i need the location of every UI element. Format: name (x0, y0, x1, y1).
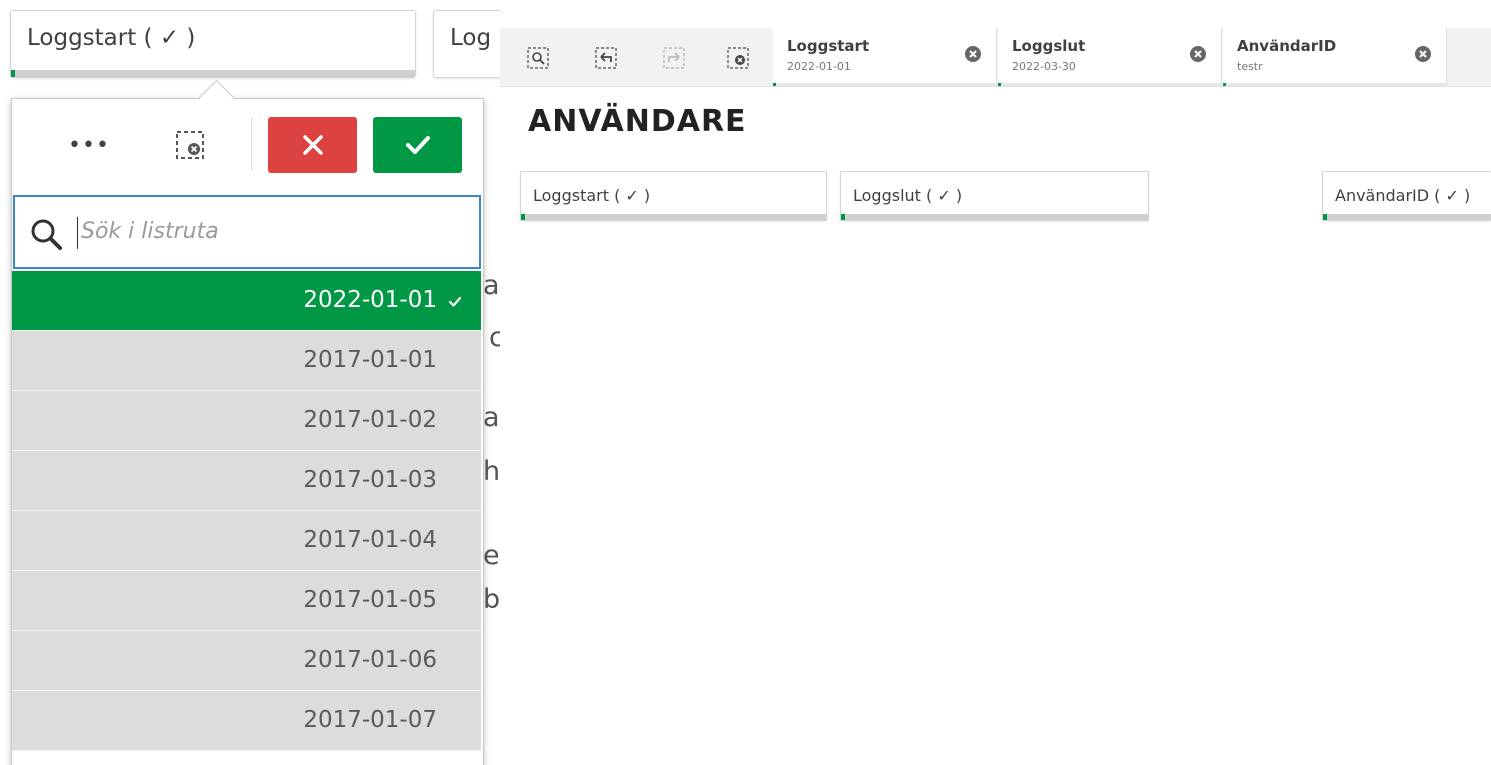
background-text: c (489, 322, 500, 353)
list-item-selected[interactable]: 2022-01-01 (12, 271, 481, 331)
selection-state-bar (1323, 214, 1491, 220)
list-item-value: 2017-01-02 (303, 407, 437, 433)
sheet-heading: ANVÄNDARE (528, 104, 747, 139)
list-item[interactable]: 2017-01-02 (12, 391, 481, 451)
selected-check-icon (448, 296, 462, 307)
smart-search-icon[interactable] (526, 46, 550, 70)
filter-button-loggslut-partial[interactable]: Log (433, 10, 500, 78)
confirm-selection-button[interactable] (373, 117, 462, 173)
listbox-search[interactable]: Sök i listruta (13, 195, 481, 269)
step-forward-icon[interactable] (662, 46, 686, 70)
list-item-value: 2017-01-04 (303, 527, 437, 553)
background-text: at (483, 270, 500, 301)
filter-pane-loggslut[interactable]: Loggslut ( ✓ ) (840, 171, 1149, 221)
zoomed-listbox-panel: Loggstart ( ✓ ) Log at c al ha e b ••• (0, 0, 500, 765)
selections-bar: Loggstart 2022-01-01 Loggslut 2022-03-30… (500, 28, 1491, 87)
chip-title: AnvändarID (1237, 37, 1337, 55)
list-item-value: 2017-01-07 (303, 707, 437, 733)
app-sheet-view: Loggstart 2022-01-01 Loggslut 2022-03-30… (500, 0, 1491, 765)
selection-state-bar (521, 214, 826, 220)
chip-value: testr (1237, 60, 1263, 73)
chip-value: 2022-03-30 (1012, 60, 1076, 73)
selection-chip-loggstart[interactable]: Loggstart 2022-01-01 (773, 28, 997, 86)
search-icon (31, 219, 62, 250)
listbox-values: 2022-01-01 2017-01-01 2017-01-02 2017-01… (12, 271, 481, 751)
chip-title: Loggstart (787, 37, 870, 55)
remove-selection-icon[interactable] (964, 45, 982, 63)
background-text: al (483, 402, 500, 433)
chip-title: Loggslut (1012, 37, 1086, 55)
text-caret (77, 217, 78, 249)
list-item[interactable]: 2017-01-03 (12, 451, 481, 511)
list-item-value: 2017-01-01 (303, 347, 437, 373)
list-item[interactable]: 2017-01-01 (12, 331, 481, 391)
more-options-button[interactable]: ••• (68, 133, 110, 158)
selection-state-bar (11, 70, 415, 77)
list-item[interactable]: 2017-01-07 (12, 691, 481, 751)
filter-button-loggstart[interactable]: Loggstart ( ✓ ) (10, 10, 416, 78)
popover-arrow (198, 79, 235, 116)
filter-pane-label: Loggslut ( ✓ ) (853, 186, 963, 205)
selection-state-bar (841, 214, 1148, 220)
toolbar-divider (251, 117, 252, 171)
step-back-icon[interactable] (594, 46, 618, 70)
filter-button-label: Log (450, 25, 492, 51)
clear-selection-icon[interactable] (174, 129, 206, 161)
chip-state-bar (773, 83, 997, 86)
chip-state-bar (1223, 83, 1447, 86)
filter-pane-loggstart[interactable]: Loggstart ( ✓ ) (520, 171, 827, 221)
cancel-selection-button[interactable] (268, 117, 357, 173)
list-item-value: 2017-01-03 (303, 467, 437, 493)
background-text: b (483, 584, 500, 615)
chip-state-bar (998, 83, 1222, 86)
filter-pane-label: AnvändarID ( ✓ ) (1335, 186, 1471, 205)
checkmark-icon (405, 136, 430, 154)
selection-chip-anvandarid[interactable]: AnvändarID testr (1223, 28, 1447, 86)
list-item-value: 2022-01-01 (303, 287, 437, 313)
background-text: ha (483, 456, 500, 487)
background-text: e (483, 540, 500, 571)
remove-selection-icon[interactable] (1414, 45, 1432, 63)
listbox-popover: ••• Sök i listruta 2022-01-01 2017-01-01… (11, 79, 484, 765)
filter-pane-anvandarid[interactable]: AnvändarID ( ✓ ) (1322, 171, 1491, 221)
filter-button-label: Loggstart ( ✓ ) (27, 25, 196, 51)
clear-all-icon[interactable] (726, 46, 750, 70)
chip-value: 2022-01-01 (787, 60, 851, 73)
remove-selection-icon[interactable] (1189, 45, 1207, 63)
filter-pane-label: Loggstart ( ✓ ) (533, 186, 651, 205)
list-item-value: 2017-01-05 (303, 587, 437, 613)
list-item[interactable]: 2017-01-04 (12, 511, 481, 571)
search-placeholder: Sök i listruta (81, 219, 219, 244)
close-icon (302, 135, 323, 155)
list-item-value: 2017-01-06 (303, 647, 437, 673)
list-item[interactable]: 2017-01-06 (12, 631, 481, 691)
list-item[interactable]: 2017-01-05 (12, 571, 481, 631)
selection-chip-loggslut[interactable]: Loggslut 2022-03-30 (998, 28, 1222, 86)
